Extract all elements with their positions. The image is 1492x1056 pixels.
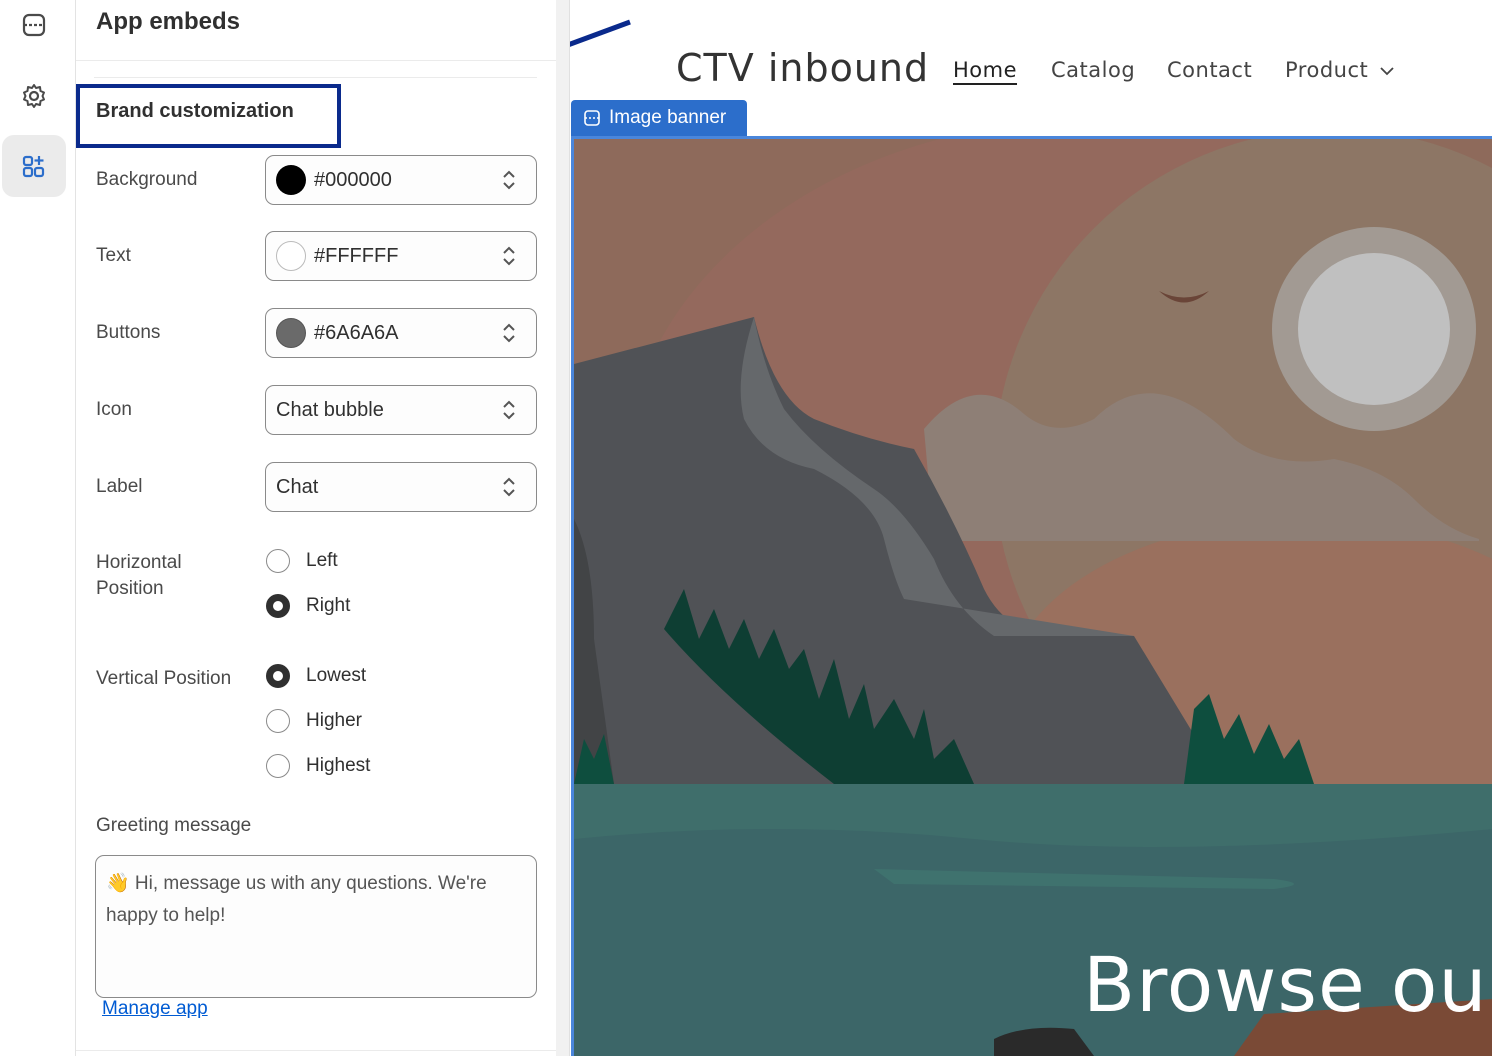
greeting-label: Greeting message [96,815,252,836]
annotation-arrow [570,19,631,47]
radio-button[interactable] [266,754,290,778]
divider [76,1050,556,1051]
annotation-highlight-box [76,84,341,148]
icon-value: Chat bubble [276,398,384,421]
radio-button[interactable] [266,549,290,573]
background-color-value: #000000 [314,168,392,191]
label-label: Label [96,476,143,497]
settings-panel: App embeds Brand customization Backgroun… [76,0,556,1056]
radio-label: Higher [306,710,362,731]
chevron-updown-icon [503,400,515,420]
apps-button[interactable] [2,135,66,197]
radio-left[interactable]: Left [266,549,338,573]
color-swatch[interactable] [276,241,306,271]
icon-select[interactable]: Chat bubble [265,385,537,435]
chevron-down-icon[interactable] [1378,62,1396,80]
buttons-color-value: #6A6A6A [314,321,399,344]
radio-lowest[interactable]: Lowest [266,664,366,688]
nav-home[interactable]: Home [953,58,1017,82]
text-color-value: #FFFFFF [314,244,399,267]
nav-product[interactable]: Product [1285,58,1368,82]
nav-contact[interactable]: Contact [1167,58,1252,82]
color-swatch[interactable] [276,318,306,348]
image-banner-selection-frame [571,136,1492,1056]
nav-catalog[interactable]: Catalog [1051,58,1135,82]
greeting-textarea[interactable]: 👋 Hi, message us with any questions. We'… [95,855,537,998]
radio-button[interactable] [266,709,290,733]
sections-icon [22,13,46,37]
chevron-updown-icon [503,246,515,266]
apps-icon [22,155,45,178]
radio-button-selected[interactable] [266,664,290,688]
hero-heading: Browse our [1083,940,1492,1029]
vertical-position-label: Vertical Position [96,668,232,689]
sections-button[interactable] [2,0,66,56]
background-label: Background [96,169,198,190]
panel-gutter [556,0,569,1056]
buttons-label: Buttons [96,322,161,343]
radio-right[interactable]: Right [266,594,350,618]
label-value: Chat [276,475,319,498]
sidebar-rail [0,0,76,1056]
label-select[interactable]: Chat [265,462,537,512]
text-color-select[interactable]: #FFFFFF [265,231,537,281]
divider [94,77,537,78]
panel-title: App embeds [96,8,241,35]
radio-label: Highest [306,755,371,776]
background-color-select[interactable]: #000000 [265,155,537,205]
radio-label: Left [306,550,338,571]
color-swatch[interactable] [276,165,306,195]
chevron-updown-icon [503,170,515,190]
chevron-updown-icon [503,323,515,343]
horizontal-position-label: Horizontal Position [96,552,182,599]
radio-higher[interactable]: Higher [266,709,362,733]
icon-label: Icon [96,399,132,420]
divider [76,60,556,61]
radio-button-selected[interactable] [266,594,290,618]
radio-label: Lowest [306,665,367,686]
radio-highest[interactable]: Highest [266,754,370,778]
gear-icon [23,84,45,108]
radio-label: Right [306,595,351,616]
buttons-color-select[interactable]: #6A6A6A [265,308,537,358]
settings-button[interactable] [2,65,66,127]
text-label: Text [96,245,131,266]
chevron-updown-icon [503,477,515,497]
store-name[interactable]: CTV inbound [676,46,929,90]
manage-app-link[interactable]: Manage app [102,998,208,1020]
storefront-preview: CTV inbound Home Catalog Contact Product… [569,0,1492,1056]
